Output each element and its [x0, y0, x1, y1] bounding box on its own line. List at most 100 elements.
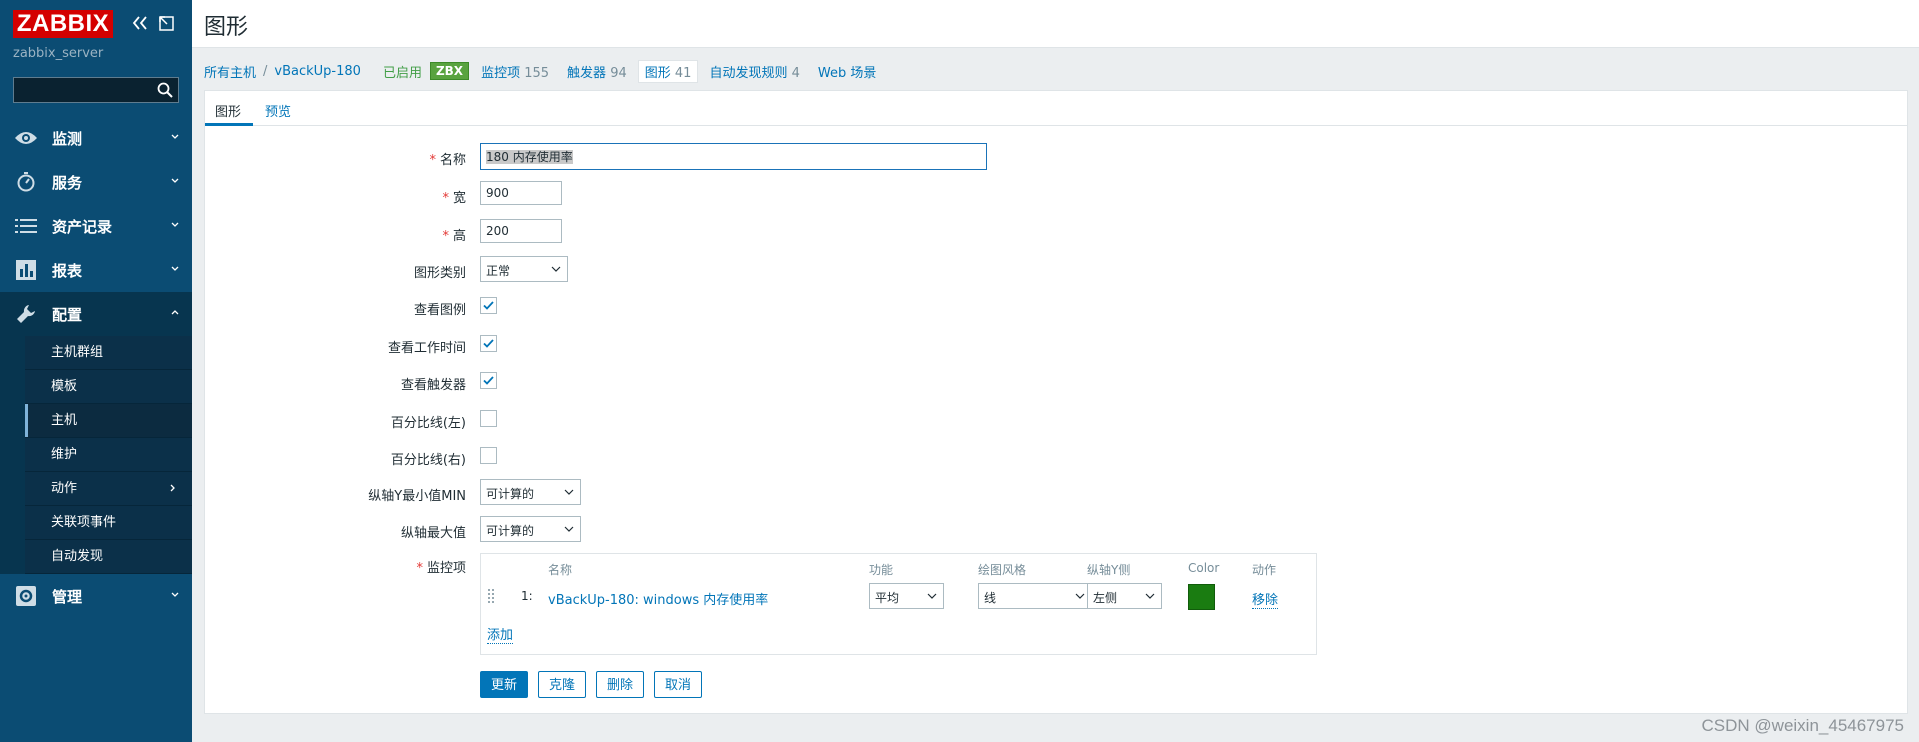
percentile-left-field [480, 406, 497, 427]
tab-label: 自动发现规则 [709, 65, 788, 81]
breadcrumb-all-hosts[interactable]: 所有主机 [204, 62, 256, 81]
chevron-down-icon [171, 222, 179, 227]
zbx-availability-badge: ZBX [429, 62, 470, 80]
items-label: * 监控项 [416, 557, 466, 576]
ymin-select[interactable]: 可计算的 [480, 479, 581, 505]
gear-icon [14, 585, 38, 607]
tab-graph[interactable]: 图形 [215, 101, 241, 120]
kiosk-mode-icon[interactable] [156, 12, 178, 34]
col-header-action: 动作 [1252, 563, 1277, 577]
host-tab-triggers[interactable]: 触发器 94 [567, 62, 627, 81]
row-percentile-left: 百分比线(左) [205, 406, 1907, 434]
submenu-discovery[interactable]: 自动发现 [25, 540, 192, 574]
width-input[interactable] [480, 181, 562, 205]
submenu-actions[interactable]: 动作 [25, 472, 192, 506]
col-header-color: Color [1188, 561, 1220, 575]
color-picker[interactable] [1188, 584, 1215, 610]
draw-style-value: 线 [984, 591, 997, 605]
percentile-left-checkbox[interactable] [480, 410, 497, 427]
row-percentile-right: 百分比线(右) [205, 443, 1907, 471]
drag-handle-icon[interactable] [487, 587, 495, 607]
show-worktime-checkbox[interactable] [480, 335, 497, 352]
name-label: * 名称 [429, 149, 466, 168]
host-tab-discovery-rules[interactable]: 自动发现规则 4 [709, 62, 799, 81]
row-show-worktime: 查看工作时间 [205, 331, 1907, 359]
menu-reports[interactable]: 报表 [0, 248, 192, 292]
chevron-down-icon [171, 592, 179, 597]
sidebar: ZABBIX zabbix_server 监测 服务 资产记录 报表 配置 主机… [0, 0, 192, 742]
menu-label: 配置 [52, 305, 83, 324]
host-tab-items[interactable]: 监控项 155 [481, 62, 549, 81]
width-field [480, 181, 562, 205]
collapse-sidebar-icon[interactable] [129, 12, 151, 34]
chevron-down-icon [564, 526, 574, 532]
graph-type-select[interactable]: 正常 [480, 256, 568, 282]
percentile-right-field [480, 443, 497, 464]
remove-item-link[interactable]: 移除 [1252, 589, 1279, 609]
search-icon[interactable] [156, 81, 174, 99]
height-label: * 高 [442, 225, 466, 244]
submenu-maintenance[interactable]: 维护 [25, 438, 192, 472]
clone-button[interactable]: 克隆 [538, 671, 587, 698]
host-tab-graphs[interactable]: 图形 41 [637, 59, 699, 83]
main-menu: 监测 服务 资产记录 报表 配置 主机群组 模板 主机 维护 动作 关联项事件 … [0, 116, 192, 618]
stopwatch-icon [14, 171, 38, 193]
ymax-field: 可计算的 [480, 516, 581, 542]
name-input[interactable]: 180 内存使用率 [480, 143, 987, 170]
item-name-link[interactable]: vBackUp-180: windows 内存使用率 [548, 589, 768, 608]
menu-monitoring[interactable]: 监测 [0, 116, 192, 160]
height-input[interactable] [480, 219, 562, 243]
menu-services[interactable]: 服务 [0, 160, 192, 204]
wrench-icon [14, 303, 38, 325]
menu-administration[interactable]: 管理 [0, 574, 192, 618]
graph-items-table: 名称 功能 绘图风格 纵轴Y侧 Color 动作 1: vBackUp-180:… [480, 553, 1317, 655]
row-width: * 宽 [205, 181, 1907, 209]
checkmark-icon [483, 301, 494, 310]
function-select[interactable]: 平均 [869, 583, 944, 609]
breadcrumb-host[interactable]: vBackUp-180 [274, 64, 361, 79]
y-axis-side-value: 左侧 [1093, 591, 1118, 605]
server-name: zabbix_server [13, 46, 104, 61]
width-label: * 宽 [442, 187, 466, 206]
function-value: 平均 [875, 591, 900, 605]
submenu-hosts[interactable]: 主机 [25, 404, 192, 438]
draw-style-select[interactable]: 线 [978, 583, 1092, 609]
page-title: 图形 [204, 15, 249, 40]
add-item-link[interactable]: 添加 [487, 624, 514, 644]
tab-label: 触发器 [567, 65, 607, 81]
host-tab-web-scenarios[interactable]: Web 场景 [818, 62, 876, 81]
ymax-value: 可计算的 [486, 524, 535, 538]
percentile-right-label: 百分比线(右) [390, 453, 466, 468]
row-number: 1: [521, 589, 533, 603]
menu-inventory[interactable]: 资产记录 [0, 204, 192, 248]
tab-preview[interactable]: 预览 [265, 101, 291, 120]
required-mark: * [429, 153, 436, 168]
zabbix-logo[interactable]: ZABBIX [13, 10, 113, 38]
chevron-right-icon [170, 484, 175, 492]
graph-form: 图形 预览 *名称 180 内存使用率 *宽 *高 图形类别 [204, 90, 1908, 714]
show-worktime-field [480, 331, 497, 352]
ymax-label: 纵轴最大值 [400, 526, 466, 541]
submenu-host-groups[interactable]: 主机群组 [25, 336, 192, 370]
delete-button[interactable]: 删除 [596, 671, 645, 698]
show-triggers-checkbox[interactable] [480, 372, 497, 389]
sidebar-search[interactable] [13, 77, 179, 103]
submenu-templates[interactable]: 模板 [25, 370, 192, 404]
submenu-event-correlation[interactable]: 关联项事件 [25, 506, 192, 540]
chevron-down-icon [171, 178, 179, 183]
y-axis-side-select[interactable]: 左侧 [1087, 583, 1162, 609]
percentile-right-checkbox[interactable] [480, 447, 497, 464]
items-label-text: 监控项 [426, 561, 466, 576]
ymax-select[interactable]: 可计算的 [480, 516, 581, 542]
cancel-button[interactable]: 取消 [654, 671, 703, 698]
search-input[interactable] [14, 78, 178, 102]
name-input-value: 180 内存使用率 [486, 150, 573, 164]
update-button[interactable]: 更新 [480, 671, 529, 698]
show-legend-checkbox[interactable] [480, 297, 497, 314]
form-buttons: 更新 克隆 删除 取消 [480, 671, 712, 698]
breadcrumb-separator: / [263, 63, 268, 79]
host-status[interactable]: 已启用 [383, 62, 422, 81]
menu-label: 管理 [52, 587, 83, 606]
menu-configuration[interactable]: 配置 [0, 292, 192, 336]
tab-label: Web 场景 [817, 65, 877, 81]
